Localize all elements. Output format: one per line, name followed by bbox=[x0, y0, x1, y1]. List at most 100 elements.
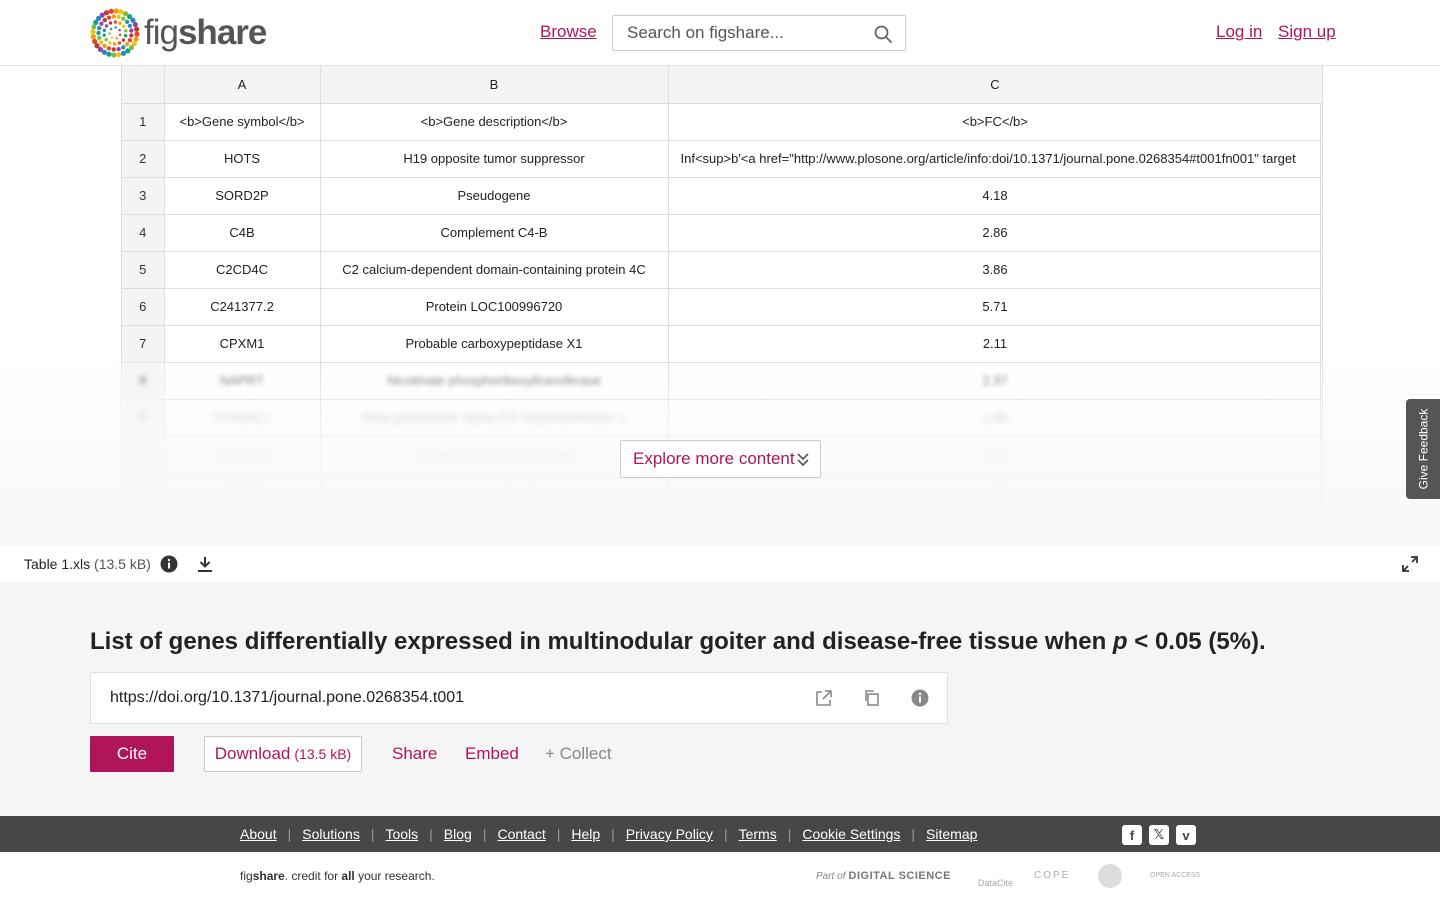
footer-separator: | bbox=[723, 826, 728, 842]
table-cell: <b>Gene symbol</b> bbox=[164, 103, 321, 141]
page-title: List of genes differentially expressed i… bbox=[90, 628, 1266, 655]
download-label: Download bbox=[214, 744, 291, 763]
table-cell: C4B bbox=[164, 214, 321, 252]
download-size: (13.5 kB) bbox=[294, 746, 352, 762]
external-link-icon[interactable] bbox=[815, 689, 833, 707]
search-icon[interactable] bbox=[873, 24, 893, 44]
give-feedback-tab[interactable]: Give Feedback bbox=[1406, 399, 1440, 499]
column-header: A bbox=[164, 66, 321, 104]
table-cell: Complement C4-B bbox=[320, 214, 669, 252]
file-bar: Table 1.xls (13.5 kB) bbox=[0, 546, 1440, 582]
column-header-row: A B C bbox=[122, 66, 1323, 104]
table-cell: <b>Gene description</b> bbox=[320, 103, 669, 141]
row-number: 5 bbox=[122, 251, 165, 289]
info-icon[interactable] bbox=[160, 555, 178, 573]
open-access-logo[interactable]: OPEN ACCESS bbox=[1150, 872, 1200, 879]
table-cell: Probable carboxypeptidase X1 bbox=[320, 325, 669, 363]
row-number: 11 bbox=[122, 473, 165, 511]
table-row: 7 CPXM1 Probable carboxypeptidase X1 2.11 bbox=[122, 325, 1323, 363]
table-cell: 1.86 bbox=[668, 399, 1323, 437]
table-cell: <b>FC</b> bbox=[668, 103, 1323, 141]
table-cell: Nicotinate phosphoribosyltransferase bbox=[320, 362, 669, 400]
table-cell: Pseudogene bbox=[320, 177, 669, 215]
table-cell: 1.57 bbox=[668, 473, 1323, 511]
cite-button[interactable]: Cite bbox=[90, 736, 174, 772]
row-number: 6 bbox=[122, 288, 165, 326]
info-icon[interactable] bbox=[911, 689, 929, 707]
footer-link[interactable]: Privacy Policy bbox=[626, 826, 713, 842]
table-cell: 5.71 bbox=[668, 288, 1323, 326]
row-number: 10 bbox=[122, 436, 165, 474]
orcid-logo[interactable] bbox=[1098, 864, 1122, 888]
table-cell: HOTS bbox=[164, 140, 321, 178]
row-number: 7 bbox=[122, 325, 165, 363]
footer-link[interactable]: About bbox=[240, 826, 277, 842]
table-cell: Beta-galactoside alpha-2,6-sialyltransfe… bbox=[320, 399, 669, 437]
footer-link[interactable]: Blog bbox=[444, 826, 472, 842]
chevron-double-down-icon bbox=[797, 453, 809, 467]
login-link[interactable]: Log in bbox=[1216, 22, 1262, 42]
expand-icon[interactable] bbox=[1402, 556, 1418, 572]
table-cell: 3.86 bbox=[668, 251, 1323, 289]
footer-tagline: figshare. credit for all your research. bbox=[240, 869, 435, 883]
vimeo-icon[interactable]: v bbox=[1176, 825, 1196, 845]
table-cell: CPXM1 bbox=[164, 325, 321, 363]
table-cell: Heat shock-related 70 kDa protein 2 bbox=[320, 473, 669, 511]
footer-separator: | bbox=[482, 826, 487, 842]
search-input[interactable] bbox=[627, 23, 867, 43]
figshare-logo-icon bbox=[90, 8, 140, 58]
signup-link[interactable]: Sign up bbox=[1278, 22, 1336, 42]
footer-link[interactable]: Solutions bbox=[302, 826, 360, 842]
search-box bbox=[612, 15, 906, 51]
footer-link[interactable]: Contact bbox=[497, 826, 545, 842]
cope-logo[interactable]: COPE bbox=[1034, 870, 1070, 881]
table-row: 5 C2CD4C C2 calcium-dependent domain-conta… bbox=[122, 251, 1323, 289]
explore-more-button[interactable]: Explore more content bbox=[620, 440, 821, 478]
row-number: 8 bbox=[122, 362, 165, 400]
table-cell: C241377.2 bbox=[164, 288, 321, 326]
row-number: 3 bbox=[122, 177, 165, 215]
feedback-label: Give Feedback bbox=[1416, 408, 1430, 490]
footer-link[interactable]: Sitemap bbox=[926, 826, 977, 842]
table-cell: Collagen alpha-1(XIV) chain bbox=[320, 436, 669, 474]
footer-link[interactable]: Tools bbox=[385, 826, 418, 842]
datacite-logo[interactable]: DataCite bbox=[978, 878, 1013, 888]
copy-icon[interactable] bbox=[863, 689, 881, 707]
footer-separator: | bbox=[370, 826, 375, 842]
footer-separator: | bbox=[287, 826, 292, 842]
download-icon[interactable] bbox=[196, 555, 214, 573]
footer-separator: | bbox=[911, 826, 916, 842]
download-button[interactable]: Download (13.5 kB) bbox=[204, 736, 362, 772]
footer-bottom: figshare. credit for all your research. … bbox=[0, 852, 1440, 900]
footer-separator: | bbox=[556, 826, 561, 842]
browse-link[interactable]: Browse bbox=[540, 22, 597, 42]
table-row: 6 C241377.2 Protein LOC100996720 5.71 bbox=[122, 288, 1323, 326]
file-preview: A B C 1 <b>Gene symbol</b> <b>Gene descrip… bbox=[0, 66, 1440, 546]
footer-separator: | bbox=[787, 826, 792, 842]
table-cell: NAPRT bbox=[164, 362, 321, 400]
footer-link[interactable]: Cookie Settings bbox=[802, 826, 900, 842]
doi-link[interactable]: https://doi.org/10.1371/journal.pone.026… bbox=[110, 689, 464, 707]
x-icon[interactable]: 𝕏 bbox=[1149, 825, 1169, 845]
site-header: figshare Browse Log in Sign up bbox=[0, 0, 1440, 66]
table-cell: HSPA2 bbox=[164, 473, 321, 511]
table-row: 8 NAPRT Nicotinate phosphoribosyltransfera… bbox=[122, 362, 1323, 400]
row-number: 9 bbox=[122, 399, 165, 437]
embed-link[interactable]: Embed bbox=[465, 744, 519, 764]
digital-science-logo[interactable]: Part of DIGITAL SCIENCE bbox=[816, 870, 951, 882]
footer-separator: | bbox=[611, 826, 615, 842]
footer-separator: | bbox=[429, 826, 433, 842]
footer-link[interactable]: Help bbox=[571, 826, 600, 842]
collect-link[interactable]: + Collect bbox=[545, 744, 612, 764]
facebook-icon[interactable]: f bbox=[1122, 825, 1142, 845]
figshare-logo[interactable]: figshare bbox=[90, 8, 267, 58]
table-cell: H19 opposite tumor suppressor bbox=[320, 140, 669, 178]
explore-label: Explore more content bbox=[633, 449, 795, 468]
table-row: 3 SORD2P Pseudogene 4.18 bbox=[122, 177, 1323, 215]
table-row: 11 HSPA2 Heat shock-related 70 kDa protein… bbox=[122, 473, 1323, 511]
table-cell: 4.18 bbox=[668, 177, 1323, 215]
table-cell: COL14A1 bbox=[164, 436, 321, 474]
share-link[interactable]: Share bbox=[392, 744, 437, 764]
table-cell: 2.86 bbox=[668, 214, 1323, 252]
footer-link[interactable]: Terms bbox=[739, 826, 777, 842]
